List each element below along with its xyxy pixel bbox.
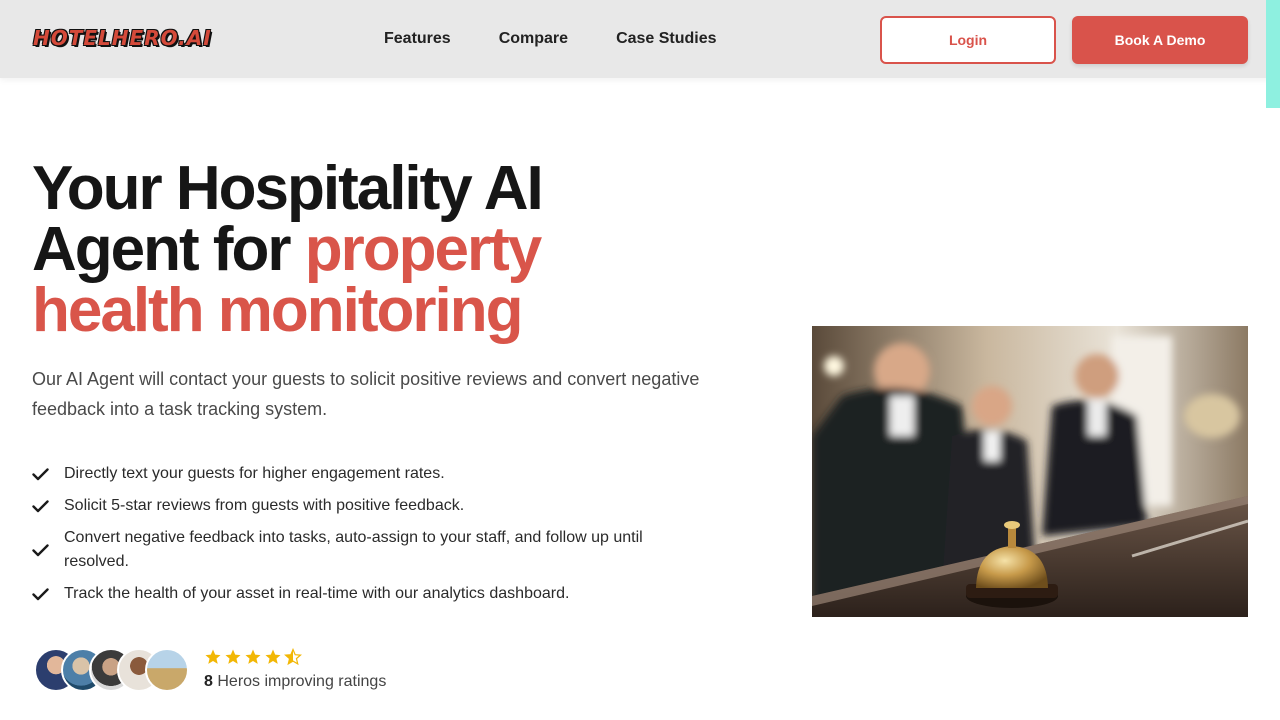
star-icon bbox=[265, 649, 281, 664]
feature-text: Track the health of your asset in real-t… bbox=[64, 585, 570, 602]
check-icon bbox=[32, 543, 64, 557]
site-header: HOTELHERO.AI Features Compare Case Studi… bbox=[0, 0, 1280, 78]
avatar-group bbox=[34, 648, 194, 692]
feature-text: Directly text your guests for higher eng… bbox=[64, 465, 445, 482]
star-icon bbox=[225, 649, 241, 664]
feature-list: Directly text your guests for higher eng… bbox=[32, 462, 712, 614]
book-demo-button[interactable]: Book A Demo bbox=[1072, 16, 1248, 64]
nav-case-studies[interactable]: Case Studies bbox=[616, 30, 716, 48]
avatar bbox=[145, 648, 189, 692]
feature-item: Directly text your guests for higher eng… bbox=[32, 462, 712, 486]
rating-count: 8 bbox=[204, 673, 213, 690]
reception-illustration bbox=[812, 326, 1248, 617]
nav-features[interactable]: Features bbox=[384, 30, 451, 48]
hero-headline: Your Hospitality AI Agent for property h… bbox=[32, 158, 652, 342]
feature-text: Convert negative feedback into tasks, au… bbox=[64, 529, 643, 570]
star-icon bbox=[205, 649, 221, 664]
check-icon bbox=[32, 499, 64, 513]
scroll-indicator[interactable] bbox=[1266, 0, 1280, 108]
feature-item: Convert negative feedback into tasks, au… bbox=[32, 526, 712, 574]
check-icon bbox=[32, 467, 64, 481]
star-icon bbox=[245, 649, 261, 664]
rating-caption: 8 Heros improving ratings bbox=[204, 673, 386, 691]
feature-text: Solicit 5-star reviews from guests with … bbox=[64, 497, 465, 514]
hero-image-hotel-reception bbox=[812, 326, 1248, 617]
main-nav: Features Compare Case Studies bbox=[384, 30, 765, 48]
half-star-icon bbox=[284, 648, 302, 666]
logo[interactable]: HOTELHERO.AI bbox=[33, 26, 212, 50]
rating-stars bbox=[204, 648, 302, 666]
feature-item: Track the health of your asset in real-t… bbox=[32, 582, 712, 606]
check-icon bbox=[32, 587, 64, 601]
nav-compare[interactable]: Compare bbox=[499, 30, 568, 48]
rating-label: Heros improving ratings bbox=[217, 673, 387, 690]
hero-subtitle: Our AI Agent will contact your guests to… bbox=[32, 369, 700, 419]
login-button[interactable]: Login bbox=[880, 16, 1056, 64]
feature-item: Solicit 5-star reviews from guests with … bbox=[32, 494, 712, 518]
